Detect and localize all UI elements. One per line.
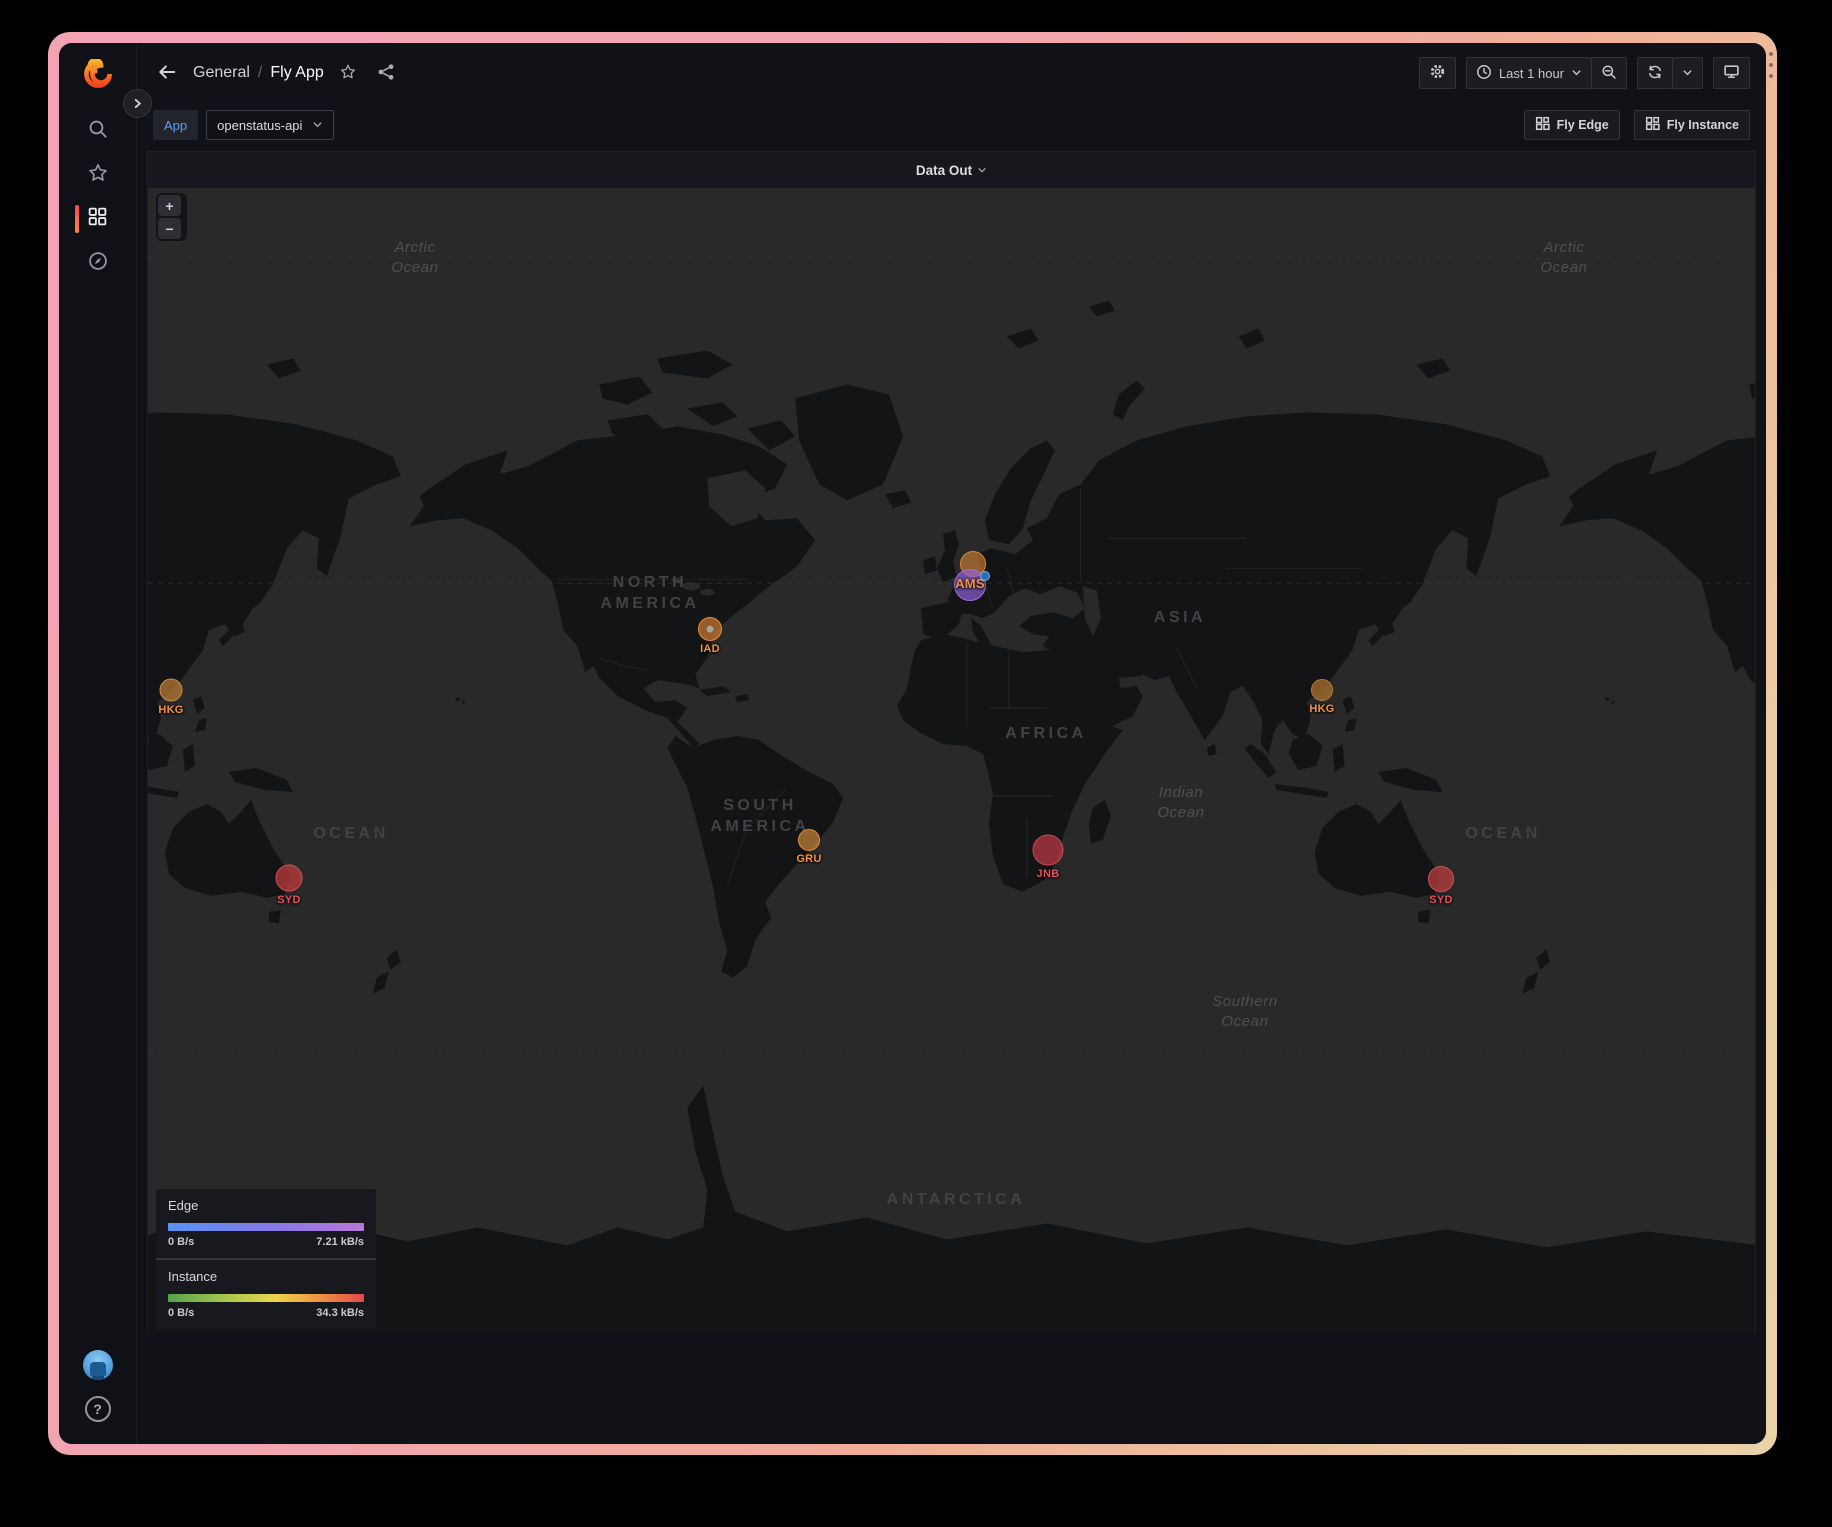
panel-title: Data Out — [916, 163, 972, 178]
map-legend: Edge 0 B/s 7.21 kB/s Instance — [156, 1189, 376, 1329]
search-icon — [87, 118, 109, 145]
time-picker-group: Last 1 hour — [1466, 57, 1627, 89]
monitor-icon — [1723, 63, 1740, 83]
refresh-group — [1637, 57, 1703, 89]
breadcrumb-dashboard-title: Fly App — [270, 64, 323, 82]
map-marker-hkg-east[interactable] — [1311, 679, 1333, 701]
map-zoom-control: + − — [156, 193, 187, 241]
map-marker-gru[interactable] — [798, 829, 820, 851]
legend-gradient-edge — [168, 1223, 364, 1231]
refresh-button[interactable] — [1637, 57, 1673, 89]
map-marker-edge-small[interactable] — [980, 571, 990, 581]
apps-icon — [1645, 116, 1660, 134]
legend-title: Instance — [168, 1269, 364, 1284]
link-fly-instance[interactable]: Fly Instance — [1634, 110, 1750, 140]
link-fly-edge[interactable]: Fly Edge — [1524, 110, 1620, 140]
star-icon — [87, 162, 109, 189]
variable-label: App — [153, 110, 198, 140]
sidebar: ? — [59, 43, 137, 1444]
map-marker-jnb[interactable] — [1033, 835, 1064, 866]
share-button[interactable] — [372, 59, 400, 87]
sidebar-bottom: ? — [83, 1350, 113, 1444]
map-marker-iad[interactable] — [698, 617, 722, 641]
breadcrumb-folder[interactable]: General — [193, 64, 250, 82]
chevron-down-icon — [1682, 66, 1693, 81]
sidebar-item-dashboards[interactable] — [76, 197, 120, 241]
breadcrumb-separator: / — [258, 64, 262, 82]
kiosk-mode-button[interactable] — [1713, 57, 1750, 89]
geomap-canvas[interactable]: Arctic OceanArctic OceanNORTH AMERICAASI… — [148, 188, 1755, 1334]
legend-max: 7.21 kB/s — [316, 1236, 364, 1248]
legend-section-edge: Edge 0 B/s 7.21 kB/s — [156, 1189, 376, 1258]
map-zoom-out-button[interactable]: − — [158, 218, 181, 239]
topbar-actions: Last 1 hour — [1419, 57, 1750, 89]
app-variable-dropdown[interactable]: openstatus-api — [206, 110, 334, 140]
map-marker-syd-west[interactable] — [276, 865, 303, 892]
help-icon[interactable]: ? — [85, 1396, 111, 1422]
legend-title: Edge — [168, 1198, 364, 1213]
panel-header[interactable]: Data Out — [148, 152, 1755, 188]
legend-min: 0 B/s — [168, 1236, 194, 1248]
legend-gradient-instance — [168, 1294, 364, 1302]
dashboard-links: Fly Edge Fly Instance — [1524, 110, 1750, 140]
legend-section-instance: Instance 0 B/s 34.3 kB/s — [156, 1258, 376, 1329]
arrow-left-icon — [157, 62, 177, 85]
chevron-down-icon — [312, 118, 323, 133]
sidebar-item-explore[interactable] — [76, 241, 120, 285]
zoom-out-time-button[interactable] — [1591, 57, 1627, 89]
app-variable-value: openstatus-api — [217, 118, 302, 133]
grafana-logo-icon[interactable] — [83, 59, 113, 89]
window-frame: ? General / Fly App — [48, 32, 1777, 1455]
apps-icon — [1535, 116, 1550, 134]
back-button[interactable] — [153, 59, 181, 87]
gear-icon — [1429, 63, 1446, 83]
compass-icon — [87, 250, 109, 277]
breadcrumb: General / Fly App — [193, 64, 324, 82]
marker-center-dot — [707, 626, 714, 633]
user-avatar[interactable] — [83, 1350, 113, 1380]
geomap-panel: Data Out — [147, 151, 1756, 1334]
dashboard-grid: Data Out — [137, 147, 1766, 1444]
refresh-icon — [1647, 64, 1663, 83]
legend-min: 0 B/s — [168, 1307, 194, 1319]
topbar: General / Fly App — [137, 43, 1766, 103]
refresh-interval-dropdown[interactable] — [1672, 57, 1703, 89]
map-marker-hkg-west[interactable] — [160, 679, 183, 702]
map-zoom-in-button[interactable]: + — [158, 195, 181, 216]
sidebar-item-starred[interactable] — [76, 153, 120, 197]
clock-icon — [1476, 64, 1492, 83]
subbar: App openstatus-api Fly Edge — [137, 103, 1766, 147]
favorite-star-button[interactable] — [334, 59, 362, 87]
chevron-down-icon — [1571, 66, 1582, 81]
star-outline-icon — [339, 63, 357, 84]
main-area: General / Fly App — [137, 43, 1766, 1444]
time-range-picker[interactable]: Last 1 hour — [1466, 57, 1592, 89]
frame-grip-dots — [1769, 52, 1773, 78]
world-map[interactable] — [148, 188, 1755, 1334]
link-label: Fly Edge — [1557, 118, 1609, 132]
map-marker-syd-east[interactable] — [1428, 866, 1454, 892]
time-range-label: Last 1 hour — [1499, 66, 1564, 81]
app-window: ? General / Fly App — [59, 43, 1766, 1444]
link-label: Fly Instance — [1667, 118, 1739, 132]
sidebar-item-search[interactable] — [76, 109, 120, 153]
chevron-down-icon — [977, 165, 987, 175]
share-icon — [377, 63, 395, 84]
magnifier-minus-icon — [1601, 64, 1617, 83]
dashboards-grid-icon — [87, 206, 108, 232]
dashboard-settings-button[interactable] — [1419, 57, 1456, 89]
sidebar-expand-button[interactable] — [123, 89, 152, 118]
legend-max: 34.3 kB/s — [316, 1307, 364, 1319]
